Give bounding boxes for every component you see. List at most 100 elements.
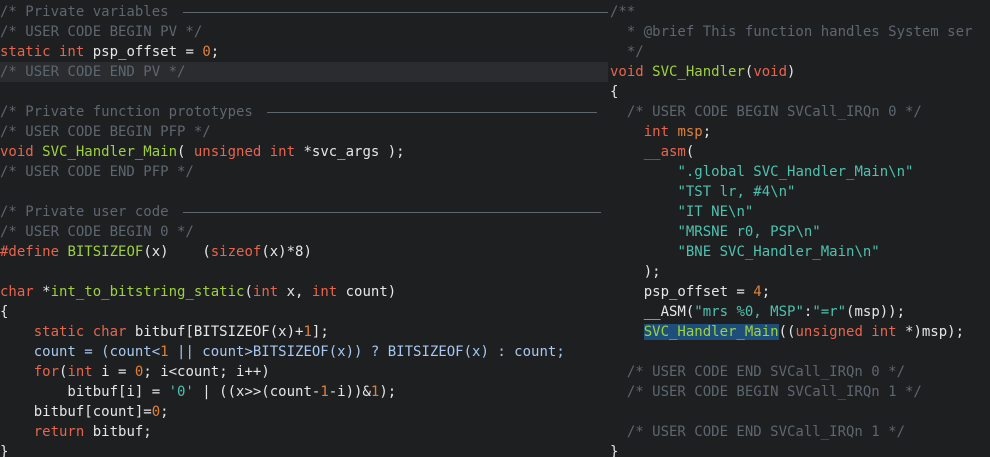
code-token: ) bbox=[787, 64, 796, 80]
code-line[interactable]: /* USER CODE END PV */ bbox=[0, 62, 608, 82]
code-line[interactable]: static char bitbuf[BITSIZEOF(x)+1]; bbox=[0, 322, 608, 342]
code-token: __ASM( bbox=[610, 304, 695, 320]
code-token: #define bbox=[0, 244, 60, 260]
editor-pane-right[interactable]: /** * @brief This function handles Syste… bbox=[610, 0, 990, 457]
code-line[interactable]: { bbox=[610, 82, 990, 102]
code-line[interactable] bbox=[0, 262, 608, 282]
code-token: 1 bbox=[320, 384, 329, 400]
code-token: int bbox=[67, 364, 93, 380]
code-token: -i))& bbox=[328, 384, 371, 400]
code-line[interactable] bbox=[0, 82, 608, 102]
code-line[interactable]: } bbox=[610, 442, 990, 457]
code-comment: /* USER CODE BEGIN PFP */ bbox=[0, 124, 211, 140]
code-line[interactable] bbox=[0, 182, 608, 202]
code-token: bitbuf[BITSIZEOF(x)+ bbox=[126, 324, 304, 340]
code-line[interactable]: } bbox=[0, 442, 608, 457]
code-token: (msp)); bbox=[846, 304, 906, 320]
code-token: psp_offset = bbox=[84, 44, 203, 60]
code-token: '0' bbox=[168, 384, 194, 400]
code-token: int bbox=[643, 124, 670, 140]
code-line[interactable]: /* USER CODE END SVCall_IRQn 0 */ bbox=[610, 362, 990, 382]
editor-pane-left[interactable]: /* Private variables /* USER CODE BEGIN … bbox=[0, 0, 608, 457]
code-token: { bbox=[0, 304, 9, 320]
selected-text: SVC_Handler_Main bbox=[643, 324, 779, 340]
code-line[interactable]: /* Private variables bbox=[0, 2, 608, 22]
code-line[interactable]: /* USER CODE BEGIN PFP */ bbox=[0, 122, 608, 142]
code-token: ; bbox=[160, 404, 169, 420]
section-rule bbox=[183, 11, 608, 13]
code-token: ( bbox=[244, 284, 253, 300]
code-token: 0 bbox=[202, 44, 211, 60]
code-line[interactable]: /* Private user code bbox=[0, 202, 608, 222]
code-comment: /* Private function prototypes bbox=[0, 104, 262, 120]
code-line[interactable]: ); bbox=[610, 262, 990, 282]
code-token: 1 bbox=[303, 324, 312, 340]
code-line[interactable]: SVC_Handler_Main((unsigned int *)msp); bbox=[610, 322, 990, 342]
code-line[interactable]: /** bbox=[610, 2, 990, 22]
code-token: sizeof bbox=[210, 244, 262, 260]
code-line[interactable]: /* USER CODE END SVCall_IRQn 1 */ bbox=[610, 422, 990, 442]
code-token: unsigned int bbox=[795, 324, 897, 340]
code-line[interactable]: * @brief This function handles System se… bbox=[610, 22, 990, 42]
code-line[interactable]: __asm( bbox=[610, 142, 990, 162]
code-token: "=r" bbox=[812, 304, 847, 320]
code-line[interactable]: char *int_to_bitstring_static(int x, int… bbox=[0, 282, 608, 302]
code-line[interactable]: void SVC_Handler_Main( unsigned int *svc… bbox=[0, 142, 608, 162]
code-token: count = (count< bbox=[0, 344, 161, 360]
code-line[interactable]: #define BITSIZEOF(x) (sizeof(x)*8) bbox=[0, 242, 608, 262]
code-line[interactable]: for(int i = 0; i<count; i++) bbox=[0, 362, 608, 382]
code-comment: * @brief This function handles System se… bbox=[610, 24, 973, 40]
code-line[interactable] bbox=[610, 342, 990, 362]
code-line[interactable]: __ASM("mrs %0, MSP":"=r"(msp)); bbox=[610, 302, 990, 322]
code-line[interactable]: /* USER CODE BEGIN SVCall_IRQn 1 */ bbox=[610, 382, 990, 402]
section-rule bbox=[183, 211, 602, 213]
code-token: *)msp); bbox=[896, 324, 965, 340]
code-line[interactable]: "BNE SVC_Handler_Main\n" bbox=[610, 242, 990, 262]
code-line[interactable]: static int psp_offset = 0; bbox=[0, 42, 608, 62]
code-line[interactable]: /* USER CODE BEGIN PV */ bbox=[0, 22, 608, 42]
code-comment: /* USER CODE END SVCall_IRQn 0 */ bbox=[610, 364, 906, 380]
code-comment: /* USER CODE BEGIN 0 */ bbox=[0, 224, 194, 240]
code-line[interactable]: void SVC_Handler(void) bbox=[610, 62, 990, 82]
code-token: *svc_args ); bbox=[295, 144, 405, 160]
code-token: | ((x>>(count- bbox=[193, 384, 321, 400]
code-line[interactable]: /* USER CODE BEGIN SVCall_IRQn 0 */ bbox=[610, 102, 990, 122]
code-line[interactable]: psp_offset = 4; bbox=[610, 282, 990, 302]
code-line[interactable]: "MRSNE r0, PSP\n" bbox=[610, 222, 990, 242]
code-token: int bbox=[311, 284, 338, 300]
code-comment: /* USER CODE BEGIN SVCall_IRQn 0 */ bbox=[610, 104, 922, 120]
code-line[interactable]: { bbox=[0, 302, 608, 322]
code-line[interactable]: /* Private function prototypes bbox=[0, 102, 608, 122]
code-line[interactable]: "TST lr, #4\n" bbox=[610, 182, 990, 202]
code-token: int_to_bitstring_static bbox=[50, 284, 245, 300]
code-line[interactable]: */ bbox=[610, 42, 990, 62]
code-token: "TST lr, #4\n" bbox=[677, 184, 796, 200]
code-token: SVC_Handler_Main bbox=[42, 144, 178, 160]
code-token: "mrs %0, MSP" bbox=[694, 304, 804, 320]
code-token: ]; bbox=[311, 324, 329, 340]
code-token: ( bbox=[685, 144, 695, 160]
code-line[interactable]: bitbuf[count]=0; bbox=[0, 402, 608, 422]
code-token: bitbuf[count]= bbox=[0, 404, 152, 420]
code-line[interactable]: /* USER CODE BEGIN 0 */ bbox=[0, 222, 608, 242]
code-comment: /* USER CODE END SVCall_IRQn 1 */ bbox=[610, 424, 906, 440]
code-line[interactable]: int msp; bbox=[610, 122, 990, 142]
code-line[interactable]: ".global SVC_Handler_Main\n" bbox=[610, 162, 990, 182]
code-line[interactable]: return bitbuf; bbox=[0, 422, 608, 442]
code-line[interactable]: count = (count<1 || count>BITSIZEOF(x)) … bbox=[0, 342, 608, 362]
code-comment: /* USER CODE BEGIN PV */ bbox=[0, 24, 203, 40]
code-token: ( bbox=[177, 144, 194, 160]
code-comment: */ bbox=[610, 44, 644, 60]
code-comment: /* USER CODE END PV */ bbox=[0, 64, 186, 80]
code-line[interactable] bbox=[610, 402, 990, 422]
section-rule bbox=[267, 111, 598, 113]
code-line[interactable]: "IT NE\n" bbox=[610, 202, 990, 222]
code-line[interactable]: bitbuf[i] = '0' | ((x>>(count-1-i))&1); bbox=[0, 382, 608, 402]
code-line[interactable]: /* USER CODE END PFP */ bbox=[0, 162, 608, 182]
